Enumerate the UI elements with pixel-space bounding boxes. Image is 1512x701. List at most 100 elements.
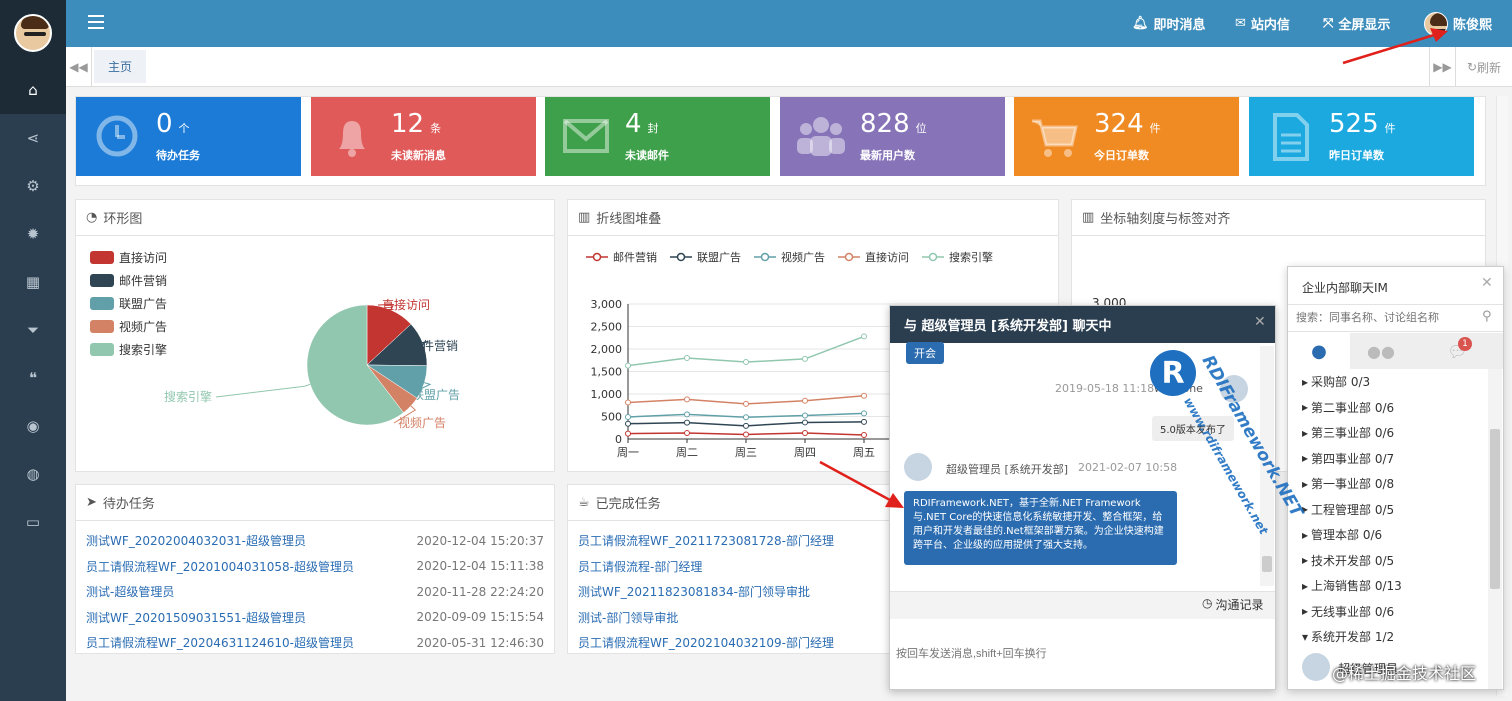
message-tab-icon[interactable]: 💬︎ 1 <box>1412 333 1503 369</box>
done-link[interactable]: 测试-部门领导审批 <box>578 609 678 626</box>
legend-label[interactable]: 搜索引擎 <box>949 250 993 264</box>
department-item[interactable]: ▸ 管理本部 0/6 <box>1288 522 1488 548</box>
legend-label[interactable]: 邮件营销 <box>119 274 167 288</box>
done-link[interactable]: 员工请假流程-部门经理 <box>578 558 702 575</box>
data-point[interactable] <box>625 413 631 420</box>
tab-scroll-left-button[interactable]: ◀◀ <box>66 47 92 87</box>
legend-marker[interactable] <box>592 252 602 262</box>
sidebar-item-share[interactable]: ⋖ <box>0 114 66 162</box>
todo-link[interactable]: 员工请假流程WF_20201004031058-超级管理员 <box>86 558 354 575</box>
data-point[interactable] <box>684 411 690 418</box>
done-link[interactable]: 员工请假流程WF_20202104032109-部门经理 <box>578 634 834 651</box>
sidebar-item-home[interactable]: ⌂ <box>0 66 66 114</box>
sidebar-item-calendar[interactable]: ▦ <box>0 258 66 306</box>
legend-swatch[interactable] <box>90 343 114 356</box>
sidebar-item-wechat[interactable]: ❝ <box>0 354 66 402</box>
department-item[interactable]: ▸ 无线事业部 0/6 <box>1288 599 1488 625</box>
fullscreen-link[interactable]: ⤧ 全屏显示 <box>1323 0 1390 47</box>
todo-row[interactable]: 员工请假流程WF_20204631124610-超级管理员 2020-05-31 … <box>76 630 554 656</box>
stat-card[interactable]: 324 件今日订单数 <box>1014 97 1239 176</box>
data-point[interactable] <box>861 418 867 425</box>
data-point[interactable] <box>684 419 690 426</box>
legend-swatch[interactable] <box>90 274 114 287</box>
data-point[interactable] <box>802 397 808 404</box>
avatar[interactable] <box>14 14 52 52</box>
data-point[interactable] <box>743 400 749 407</box>
done-link[interactable]: 测试WF_20211823081834-部门领导审批 <box>578 583 810 600</box>
stat-card[interactable]: 12 条未读新消息 <box>311 97 536 176</box>
todo-link[interactable]: 员工请假流程WF_20204631124610-超级管理员 <box>86 634 354 651</box>
stat-card[interactable]: 4 封未读邮件 <box>545 97 770 176</box>
data-point[interactable] <box>625 399 631 406</box>
data-point[interactable] <box>802 412 808 419</box>
todo-row[interactable]: 测试WF_20201509031551-超级管理员 2020-09-09 15:1… <box>76 605 554 631</box>
todo-link[interactable]: 测试-超级管理员 <box>86 583 174 600</box>
todo-link[interactable]: 测试WF_20201509031551-超级管理员 <box>86 609 306 626</box>
stat-card[interactable]: 0 个待办任务 <box>76 97 301 176</box>
data-point[interactable] <box>802 355 808 362</box>
data-point[interactable] <box>684 430 690 437</box>
im-scrollbar[interactable] <box>1488 369 1502 689</box>
chat-header[interactable]: 与 超级管理员 [系统开发部] 聊天中 <box>890 306 1275 343</box>
done-link[interactable]: 员工请假流程WF_20211723081728-部门经理 <box>578 532 834 549</box>
department-item[interactable]: ▾ 系统开发部 1/2 <box>1288 624 1488 650</box>
legend-marker[interactable] <box>676 252 686 262</box>
department-item[interactable]: ▸ 工程管理部 0/5 <box>1288 497 1488 523</box>
department-item[interactable]: ▸ 第三事业部 0/6 <box>1288 420 1488 446</box>
data-point[interactable] <box>802 419 808 426</box>
data-point[interactable] <box>684 396 690 403</box>
department-item[interactable]: ▸ 第一事业部 0/8 <box>1288 471 1488 497</box>
department-item[interactable]: ▸ 第二事业部 0/6 <box>1288 395 1488 421</box>
department-item[interactable]: ▸ 采购部 0/3 <box>1288 369 1488 395</box>
department-item[interactable]: ▸ 第四事业部 0/7 <box>1288 446 1488 472</box>
todo-row[interactable]: 测试-超级管理员 2020-11-28 22:24:20 <box>76 579 554 605</box>
todo-row[interactable]: 员工请假流程WF_20201004031058-超级管理员 2020-12-04 … <box>76 554 554 580</box>
stat-card[interactable]: 525 件昨日订单数 <box>1249 97 1474 176</box>
site-mail-link[interactable]: ✉ 站内信 <box>1235 0 1290 47</box>
sidebar-item-desktop[interactable]: ▭ <box>0 498 66 546</box>
legend-swatch[interactable] <box>90 251 114 264</box>
data-point[interactable] <box>625 430 631 437</box>
legend-label[interactable]: 直接访问 <box>119 250 167 265</box>
data-point[interactable] <box>743 414 749 421</box>
chat-close-icon[interactable]: ✕ <box>1254 314 1266 330</box>
legend-label[interactable]: 联盟广告 <box>119 297 167 311</box>
legend-label[interactable]: 直接访问 <box>865 250 909 264</box>
im-search-input[interactable] <box>1288 305 1478 331</box>
legend-swatch[interactable] <box>90 297 114 310</box>
data-point[interactable] <box>743 359 749 366</box>
tab-scroll-right-button[interactable]: ▶▶ <box>1429 47 1455 87</box>
data-point[interactable] <box>684 355 690 361</box>
group-tab-icon[interactable]: ●● <box>1350 333 1412 369</box>
sidebar-item-gear[interactable]: ✹ <box>0 210 66 258</box>
department-item[interactable]: ▸ 上海销售部 0/13 <box>1288 573 1488 599</box>
member-avatar[interactable] <box>1302 653 1330 681</box>
legend-marker[interactable] <box>928 252 938 262</box>
sidebar-item-eye[interactable]: ◉ <box>0 402 66 450</box>
data-point[interactable] <box>743 422 749 429</box>
data-point[interactable] <box>802 429 808 436</box>
sidebar-item-filter[interactable]: ⏷ <box>0 306 66 354</box>
todo-link[interactable]: 测试WF_20202004032031-超级管理员 <box>86 532 306 549</box>
todo-row[interactable]: 测试WF_20202004032031-超级管理员 2020-12-04 15:2… <box>76 528 554 554</box>
legend-marker[interactable] <box>844 252 854 262</box>
data-point[interactable] <box>861 431 867 438</box>
hamburger-icon[interactable] <box>88 15 104 29</box>
legend-swatch[interactable] <box>90 320 114 333</box>
search-icon[interactable]: ⚲ <box>1482 309 1492 324</box>
legend-marker[interactable] <box>760 252 770 262</box>
instant-message-link[interactable]: 🔔︎ 即时消息 <box>1132 0 1206 47</box>
legend-label[interactable]: 视频广告 <box>119 319 167 334</box>
data-point[interactable] <box>625 420 631 427</box>
tab-home[interactable]: 主页 <box>94 50 146 83</box>
data-point[interactable] <box>743 431 749 438</box>
department-item[interactable]: ▸ 技术开发部 0/5 <box>1288 548 1488 574</box>
user-menu[interactable]: 陈俊熙 <box>1424 0 1492 47</box>
chat-message-input[interactable] <box>890 619 1275 689</box>
legend-label[interactable]: 视频广告 <box>781 250 825 264</box>
data-point[interactable] <box>861 410 867 417</box>
data-point[interactable] <box>625 362 631 369</box>
data-point[interactable] <box>861 333 867 340</box>
sidebar-item-globe[interactable]: ◍ <box>0 450 66 498</box>
data-point[interactable] <box>861 392 867 399</box>
